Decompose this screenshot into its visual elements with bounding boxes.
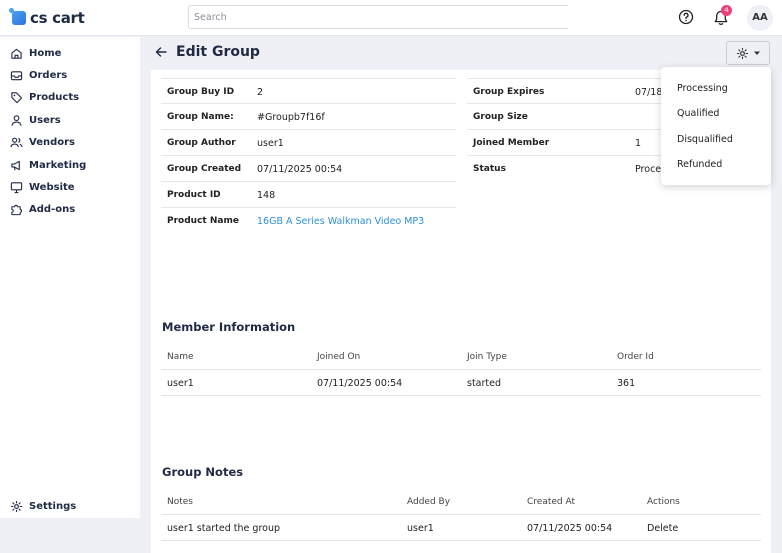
megaphone-icon — [11, 160, 20, 170]
tag-icon — [11, 91, 23, 103]
column-header: Name — [167, 352, 194, 362]
detail-label: Product Name — [167, 216, 239, 226]
detail-label: Group Size — [473, 112, 528, 122]
gear-icon — [10, 500, 23, 512]
member-information-title: Member Information — [162, 320, 296, 334]
notification-count-badge: 4 — [721, 5, 732, 16]
gear-icon — [736, 47, 748, 59]
brand-name: cs cart — [30, 9, 85, 27]
member-name: user1 — [167, 378, 194, 389]
detail-label: Group Expires — [473, 87, 545, 97]
home-icon — [11, 48, 22, 59]
members-table-header: Name Joined On Join Type Order Id — [161, 344, 761, 370]
users-icon — [10, 137, 23, 147]
column-header: Added By — [407, 497, 451, 507]
detail-label: Status — [473, 164, 506, 174]
sidebar-item-marketing[interactable]: Marketing — [10, 156, 86, 174]
avatar[interactable]: AA — [747, 5, 773, 31]
sidebar-item-label: Website — [29, 181, 75, 193]
detail-label: Product ID — [167, 190, 221, 200]
detail-label: Group Name: — [167, 112, 234, 122]
menu-item-qualified[interactable]: Qualified — [677, 108, 719, 119]
detail-row: Product ID 148 — [161, 182, 456, 208]
search-input[interactable] — [188, 5, 568, 29]
detail-label: Joined Member — [473, 138, 550, 148]
sidebar-footer-gap — [0, 518, 140, 553]
detail-value: 07/11/2025 00:54 — [257, 164, 343, 175]
order-id-link[interactable]: 361 — [617, 378, 635, 389]
detail-row: Product Name 16GB A Series Walkman Video… — [161, 208, 456, 234]
detail-value: user1 — [257, 138, 284, 149]
product-name-link[interactable]: 16GB A Series Walkman Video MP3 — [257, 216, 424, 227]
detail-row: Group Name: #Groupb7f16f — [161, 104, 456, 130]
help-icon[interactable] — [678, 9, 694, 25]
menu-item-disqualified[interactable]: Disqualified — [677, 134, 733, 145]
page-title: Edit Group — [176, 44, 260, 60]
detail-value: 148 — [257, 190, 276, 201]
sidebar-item-website[interactable]: Website — [10, 178, 75, 196]
table-row: user1 started the group user1 07/11/2025… — [161, 515, 761, 541]
logo-mark-icon — [9, 8, 26, 25]
inbox-icon — [10, 70, 23, 80]
sidebar-item-add-ons[interactable]: Add-ons — [10, 200, 75, 218]
top-bar: cs cart 4 AA — [0, 0, 782, 36]
column-header: Actions — [647, 497, 680, 507]
member-join-type: started — [467, 378, 502, 389]
detail-value: 2 — [257, 87, 264, 98]
column-header: Notes — [167, 497, 193, 507]
sidebar — [0, 37, 140, 518]
settings-dropdown-button[interactable] — [726, 41, 770, 65]
sidebar-item-vendors[interactable]: Vendors — [10, 133, 75, 151]
detail-row: Group Created 07/11/2025 00:54 — [161, 156, 456, 182]
detail-label: Group Author — [167, 138, 236, 148]
puzzle-icon — [11, 204, 23, 215]
sidebar-item-users[interactable]: Users — [10, 111, 61, 129]
detail-row: Group Author user1 — [161, 130, 456, 156]
sidebar-item-label: Orders — [29, 69, 68, 81]
sidebar-settings-label: Settings — [29, 500, 77, 512]
detail-row: Group Buy ID 2 — [161, 78, 456, 104]
table-row: user1 07/11/2025 00:54 started 361 — [161, 370, 761, 396]
user-icon — [11, 114, 22, 126]
sidebar-item-label: Home — [29, 47, 62, 59]
status-value: Proce — [635, 164, 662, 175]
detail-value: 1 — [635, 138, 642, 149]
note-added-by: user1 — [407, 523, 434, 534]
detail-value: 07/18 — [635, 87, 663, 98]
sidebar-item-label: Marketing — [29, 159, 87, 171]
sidebar-item-label: Products — [29, 91, 80, 103]
detail-label: Group Buy ID — [167, 87, 235, 97]
sidebar-item-orders[interactable]: Orders — [10, 66, 67, 84]
sidebar-item-label: Add-ons — [29, 203, 76, 215]
sidebar-item-settings[interactable]: Settings — [10, 497, 76, 515]
note-text: user1 started the group — [167, 523, 281, 534]
member-joined-on: 07/11/2025 00:54 — [317, 378, 403, 389]
sidebar-item-home[interactable]: Home — [10, 44, 61, 62]
back-arrow-icon[interactable] — [154, 45, 168, 59]
menu-item-processing[interactable]: Processing — [677, 83, 728, 94]
monitor-icon — [10, 181, 23, 193]
menu-item-refunded[interactable]: Refunded — [677, 159, 722, 170]
detail-label: Group Created — [167, 164, 242, 174]
column-header: Created At — [527, 497, 576, 507]
detail-value: #Groupb7f16f — [257, 112, 325, 123]
group-notes-title: Group Notes — [162, 465, 244, 479]
brand-logo[interactable]: cs cart — [9, 8, 85, 28]
sidebar-item-label: Vendors — [29, 136, 76, 148]
delete-note-link[interactable]: Delete — [647, 523, 678, 534]
caret-down-icon — [753, 51, 760, 55]
note-created-at: 07/11/2025 00:54 — [527, 523, 613, 534]
sidebar-item-products[interactable]: Products — [10, 88, 79, 106]
column-header: Joined On — [317, 352, 361, 362]
notes-table-header: Notes Added By Created At Actions — [161, 489, 761, 515]
status-dropdown-menu: Processing Qualified Disqualified Refund… — [661, 67, 771, 185]
column-header: Order Id — [617, 352, 654, 362]
column-header: Join Type — [467, 352, 507, 362]
sidebar-item-label: Users — [29, 114, 61, 126]
